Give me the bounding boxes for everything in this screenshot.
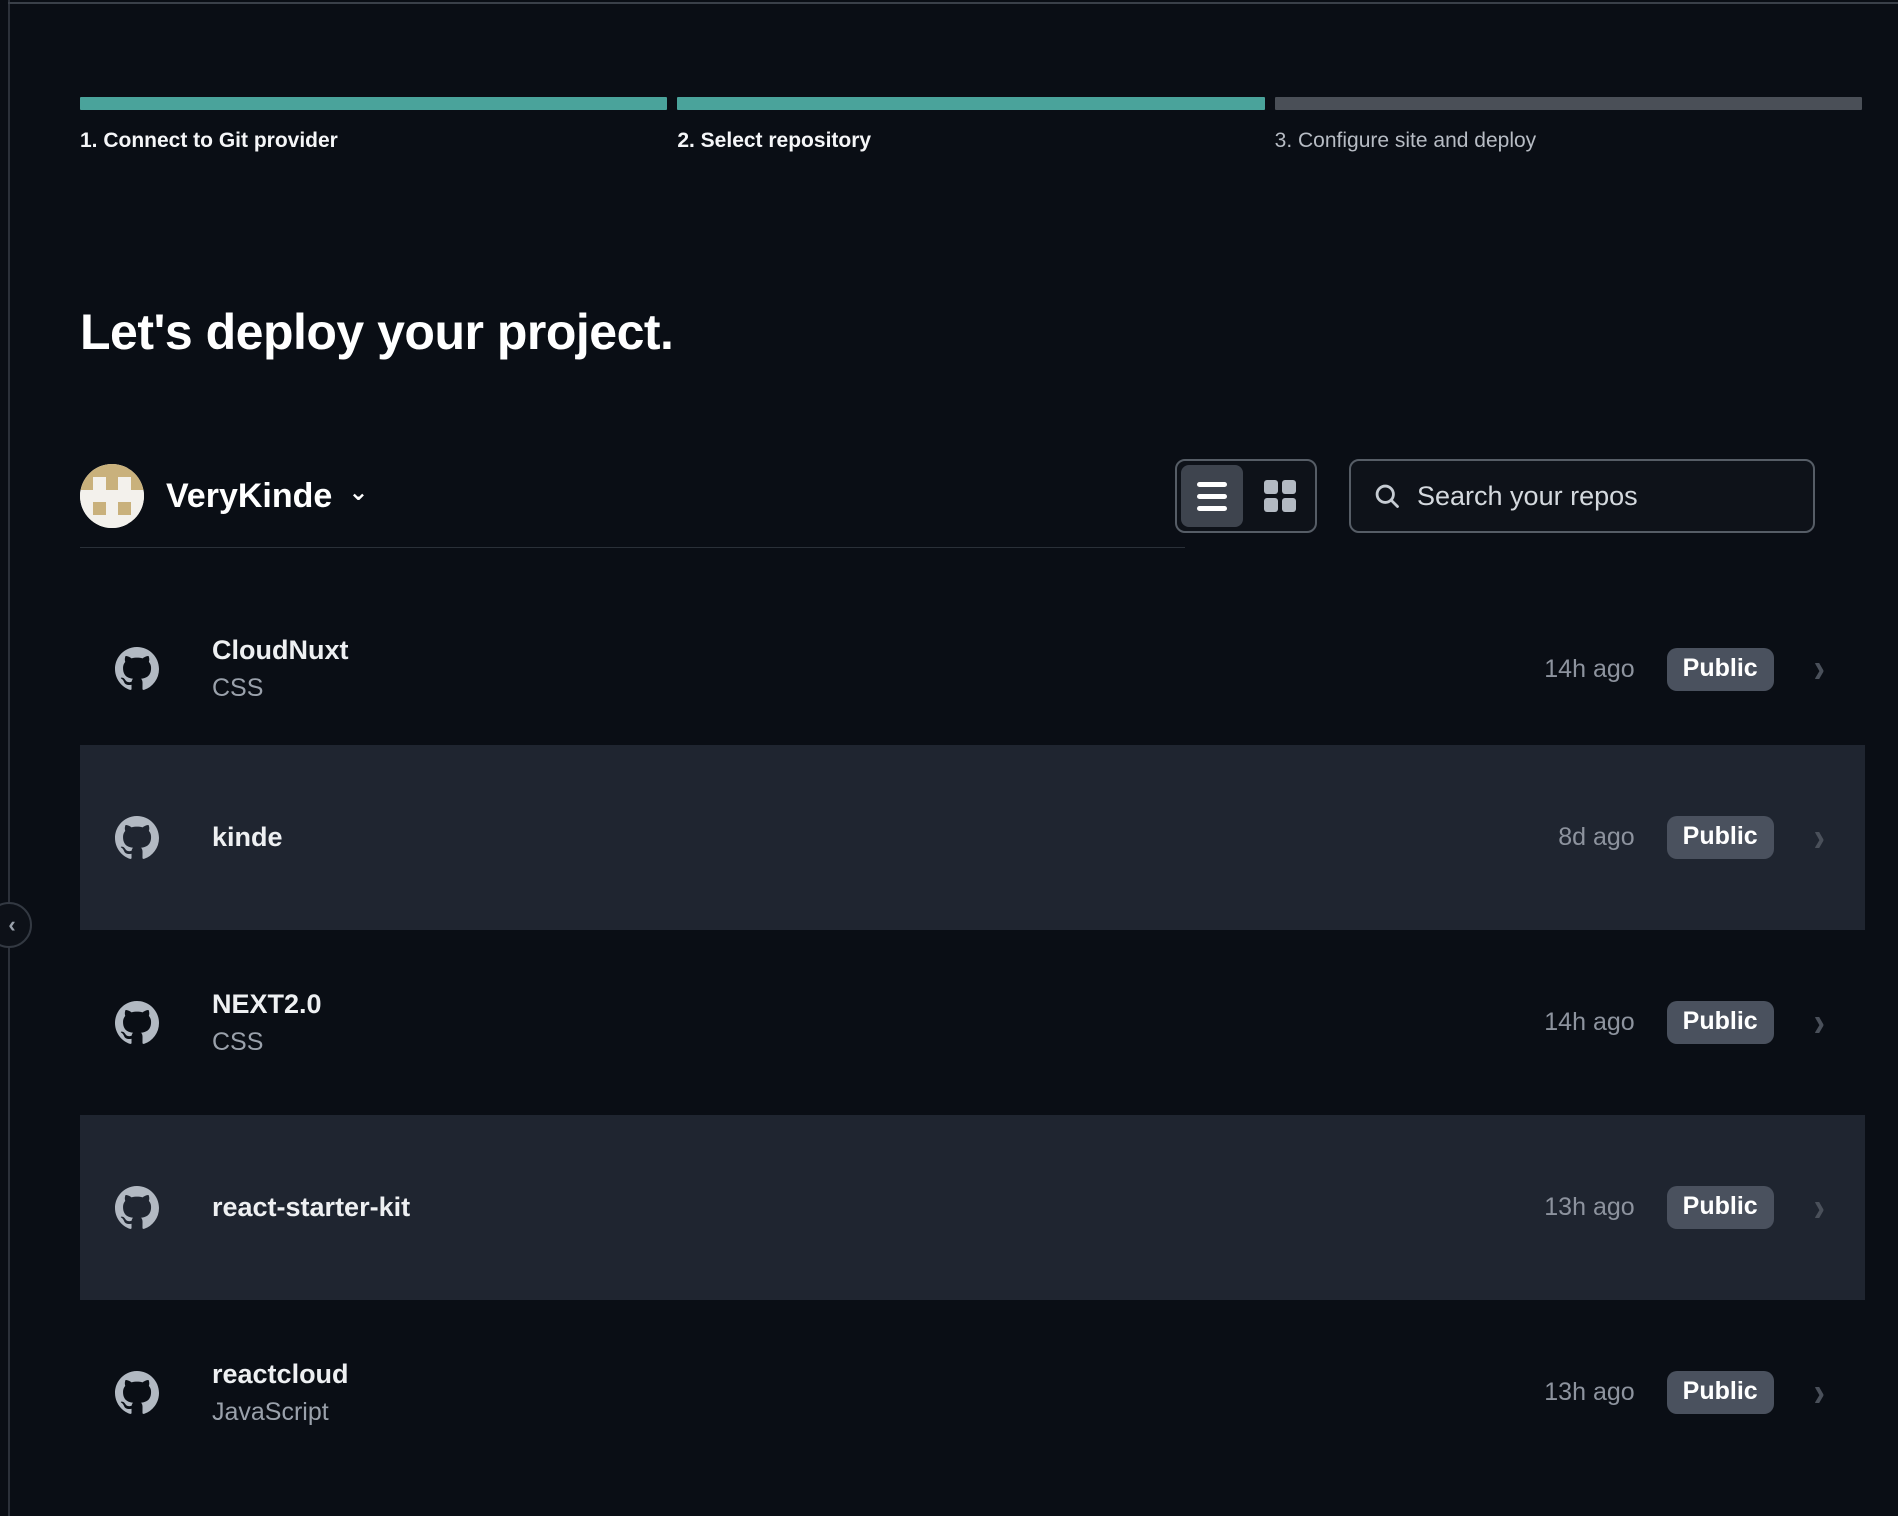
repo-name: reactcloud: [212, 1359, 349, 1390]
sidebar-collapse-button[interactable]: ‹: [0, 902, 32, 948]
account-toolbar-row: VeryKinde ⌄: [80, 459, 1865, 533]
chevron-right-icon[interactable]: ›: [1814, 1372, 1825, 1413]
repo-text: CloudNuxt CSS: [212, 635, 348, 703]
chevron-right-icon[interactable]: ›: [1814, 817, 1825, 858]
step-configure-deploy: 3. Configure site and deploy: [1275, 97, 1862, 153]
repo-text: kinde: [212, 822, 283, 853]
repo-name: kinde: [212, 822, 283, 853]
visibility-badge: Public: [1667, 648, 1774, 691]
repo-text: react-starter-kit: [212, 1192, 410, 1223]
repo-meta: 13h ago Public ›: [1544, 1186, 1825, 1229]
account-avatar[interactable]: [80, 464, 144, 528]
repo-updated: 8d ago: [1558, 823, 1634, 852]
grid-icon: [1264, 480, 1296, 512]
repo-meta: 8d ago Public ›: [1558, 816, 1825, 859]
repo-updated: 14h ago: [1544, 655, 1634, 684]
step-progress-bar: [80, 97, 667, 110]
github-icon: [115, 1001, 159, 1045]
step-select-repository: 2. Select repository: [677, 97, 1264, 153]
page-title: Let's deploy your project.: [80, 303, 1898, 361]
repo-row[interactable]: NEXT2.0 CSS 14h ago Public ›: [80, 930, 1865, 1115]
chevron-right-icon[interactable]: ›: [1814, 1002, 1825, 1043]
repo-meta: 13h ago Public ›: [1544, 1371, 1825, 1414]
visibility-badge: Public: [1667, 816, 1774, 859]
account-divider: [80, 547, 1185, 548]
github-icon: [115, 816, 159, 860]
wizard-stepper: 1. Connect to Git provider 2. Select rep…: [80, 97, 1862, 153]
account-name[interactable]: VeryKinde: [166, 477, 332, 516]
github-icon: [115, 1371, 159, 1415]
repo-text: reactcloud JavaScript: [212, 1359, 349, 1427]
visibility-badge: Public: [1667, 1371, 1774, 1414]
chevron-left-icon: ‹: [8, 912, 15, 938]
step-connect-git: 1. Connect to Git provider: [80, 97, 667, 153]
repo-updated: 13h ago: [1544, 1378, 1634, 1407]
repo-updated: 13h ago: [1544, 1193, 1634, 1222]
grid-view-button[interactable]: [1249, 465, 1311, 527]
repo-name: NEXT2.0: [212, 989, 322, 1020]
deploy-wizard-page: ‹ 1. Connect to Git provider 2. Select r…: [0, 0, 1898, 1516]
github-icon: [115, 1186, 159, 1230]
repo-row[interactable]: kinde 8d ago Public ›: [80, 745, 1865, 930]
repo-toolbar: [1175, 459, 1865, 533]
list-icon: [1197, 482, 1227, 511]
step-label: 3. Configure site and deploy: [1275, 129, 1862, 153]
github-icon: [115, 647, 159, 691]
step-label: 2. Select repository: [677, 129, 1264, 153]
step-progress-bar: [677, 97, 1264, 110]
view-mode-toggle: [1175, 459, 1317, 533]
repo-row[interactable]: reactcloud JavaScript 13h ago Public ›: [80, 1300, 1865, 1485]
repo-text: NEXT2.0 CSS: [212, 989, 322, 1057]
step-label: 1. Connect to Git provider: [80, 129, 667, 153]
repo-name: CloudNuxt: [212, 635, 348, 666]
repo-language: CSS: [212, 1028, 322, 1057]
repo-meta: 14h ago Public ›: [1544, 1001, 1825, 1044]
chevron-right-icon[interactable]: ›: [1814, 1187, 1825, 1228]
search-input[interactable]: [1417, 481, 1791, 512]
repo-search[interactable]: [1349, 459, 1815, 533]
step-progress-bar: [1275, 97, 1862, 110]
search-icon: [1373, 482, 1401, 510]
repo-name: react-starter-kit: [212, 1192, 410, 1223]
repo-row[interactable]: react-starter-kit 13h ago Public ›: [80, 1115, 1865, 1300]
repo-updated: 14h ago: [1544, 1008, 1634, 1037]
visibility-badge: Public: [1667, 1186, 1774, 1229]
repo-language: JavaScript: [212, 1398, 349, 1427]
repo-meta: 14h ago Public ›: [1544, 648, 1825, 691]
visibility-badge: Public: [1667, 1001, 1774, 1044]
sidebar-divider: [8, 0, 10, 1516]
list-view-button[interactable]: [1181, 465, 1243, 527]
chevron-right-icon[interactable]: ›: [1814, 649, 1825, 690]
repo-row[interactable]: CloudNuxt CSS 14h ago Public ›: [80, 593, 1865, 745]
repo-language: CSS: [212, 674, 348, 703]
chevron-down-icon[interactable]: ⌄: [348, 478, 368, 507]
repo-list: CloudNuxt CSS 14h ago Public › kinde 8d …: [80, 593, 1865, 1485]
